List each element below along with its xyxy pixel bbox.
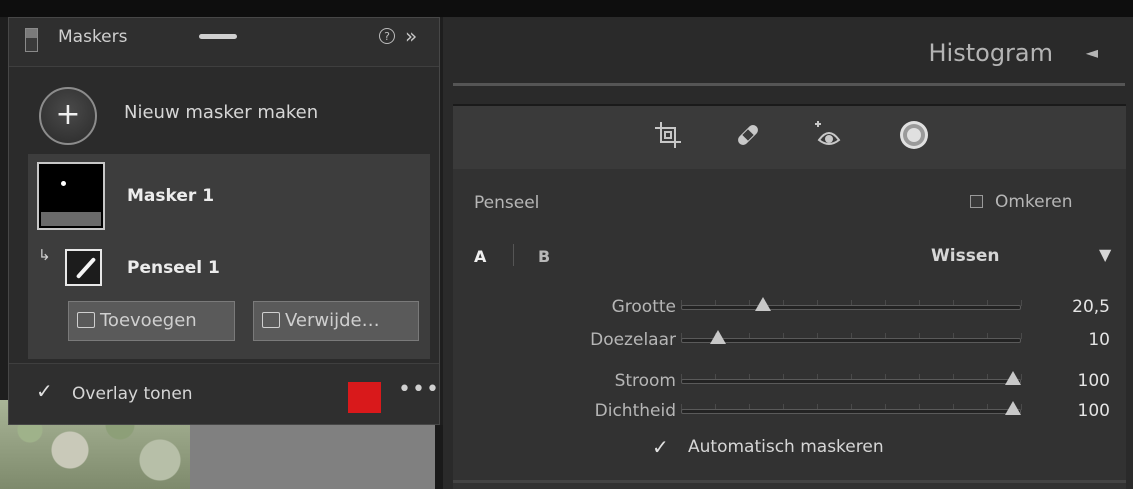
- slider-label: Doezelaar: [590, 330, 676, 350]
- slider-value[interactable]: 100: [1050, 401, 1110, 421]
- slider-thumb[interactable]: [1005, 401, 1021, 415]
- add-icon: [77, 312, 95, 328]
- new-mask-row[interactable]: + Nieuw masker maken: [9, 67, 439, 153]
- mask-thumbnail[interactable]: [37, 162, 105, 230]
- slider-tick: [1021, 374, 1022, 380]
- masks-panel: Maskers ? » + Nieuw masker maken Masker …: [8, 17, 440, 425]
- slider-thumb[interactable]: [754, 297, 771, 311]
- collapse-panel-icon[interactable]: »: [405, 24, 417, 48]
- slider-tick: [1021, 300, 1022, 306]
- crop-icon[interactable]: [651, 118, 685, 152]
- brush-item-label[interactable]: Penseel 1: [127, 258, 220, 278]
- slider-value[interactable]: 10: [1050, 330, 1110, 350]
- slider-track[interactable]: [681, 305, 1021, 310]
- sub-item-arrow-icon: ↳: [38, 246, 51, 264]
- slider-value[interactable]: 20,5: [1050, 297, 1110, 317]
- invert-checkbox[interactable]: [970, 195, 983, 208]
- slider-label: Stroom: [614, 371, 676, 391]
- tool-strip: [453, 104, 1126, 172]
- overlay-row: ✓ Overlay tonen •••: [9, 363, 439, 424]
- tab-separator: [513, 244, 514, 266]
- slider-thumb[interactable]: [1005, 371, 1021, 385]
- mask-item-label[interactable]: Masker 1: [127, 186, 214, 206]
- mask-list: Masker 1 ↳ Penseel 1 Toevoegen Verwijde…: [28, 154, 430, 359]
- delete-button[interactable]: Verwijde…: [253, 301, 419, 341]
- histogram-collapse-icon[interactable]: ◄: [1086, 43, 1098, 62]
- develop-panel: Histogram ◄ Penseel Omkeren A B Wissen ▼…: [443, 17, 1133, 489]
- mask-icon[interactable]: [897, 118, 931, 152]
- slider-tick: [1021, 404, 1022, 410]
- erase-label[interactable]: Wissen: [931, 246, 999, 266]
- histogram-divider: [453, 83, 1125, 86]
- add-button[interactable]: Toevoegen: [68, 301, 235, 341]
- brush-tab-b[interactable]: B: [538, 247, 550, 266]
- brush-icon[interactable]: [65, 249, 102, 286]
- masks-panel-title: Maskers: [58, 27, 128, 47]
- auto-mask-label[interactable]: Automatisch maskeren: [688, 437, 884, 457]
- thumbnail-dot: [61, 181, 66, 186]
- help-icon[interactable]: ?: [379, 28, 395, 44]
- more-options-icon[interactable]: •••: [398, 377, 440, 402]
- slider-track[interactable]: [681, 379, 1021, 384]
- background-photo-gray: [190, 425, 435, 489]
- section-bottom-divider: [453, 480, 1126, 483]
- auto-mask-checkbox[interactable]: ✓: [652, 435, 669, 459]
- brush-section-label: Penseel: [474, 193, 540, 213]
- red-eye-icon[interactable]: [811, 118, 845, 152]
- overlay-checkbox[interactable]: ✓: [36, 379, 53, 403]
- brush-stroke: [75, 257, 97, 279]
- slider-value[interactable]: 100: [1050, 371, 1110, 391]
- brush-section: Penseel Omkeren A B Wissen ▼ Grootte 20,5…: [453, 169, 1126, 489]
- add-button-label: Toevoegen: [100, 310, 197, 331]
- drag-handle[interactable]: [199, 34, 237, 39]
- slider-track[interactable]: [681, 338, 1021, 343]
- slider-tick: [1021, 333, 1022, 339]
- erase-dropdown-icon[interactable]: ▼: [1099, 245, 1111, 264]
- thumbnail-bottom: [41, 212, 101, 226]
- overlay-color-swatch[interactable]: [348, 382, 381, 413]
- slider-thumb[interactable]: [710, 330, 727, 344]
- brush-tab-a[interactable]: A: [474, 247, 486, 266]
- panel-toggle-icon[interactable]: [25, 28, 38, 52]
- slider-label: Dichtheid: [594, 401, 676, 421]
- healing-icon[interactable]: [731, 118, 765, 152]
- slider-track[interactable]: [681, 409, 1021, 414]
- app-top-bar: [0, 0, 1133, 17]
- delete-button-label: Verwijde…: [285, 310, 380, 331]
- new-mask-label[interactable]: Nieuw masker maken: [124, 102, 318, 123]
- plus-icon[interactable]: +: [39, 87, 97, 145]
- invert-label[interactable]: Omkeren: [995, 192, 1073, 212]
- overlay-label[interactable]: Overlay tonen: [72, 384, 193, 404]
- slider-label: Grootte: [611, 297, 676, 317]
- histogram-title[interactable]: Histogram: [929, 39, 1054, 67]
- subtract-icon: [262, 312, 280, 328]
- masks-panel-header[interactable]: Maskers ? »: [9, 18, 439, 67]
